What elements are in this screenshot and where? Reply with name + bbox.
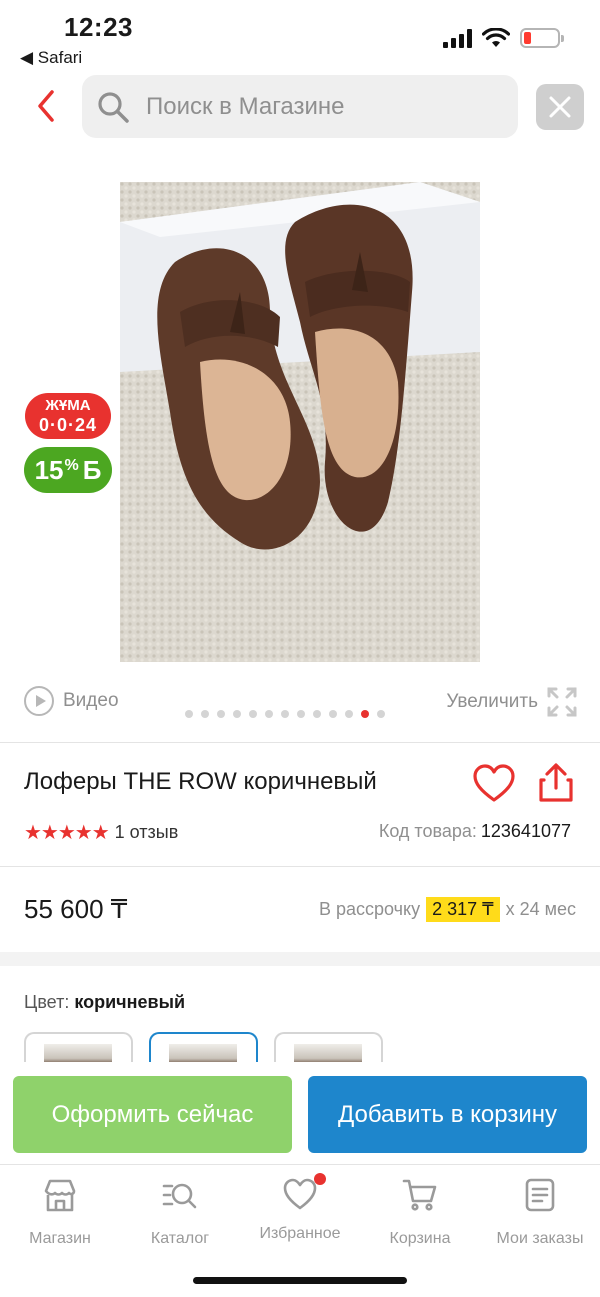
pagination-dot[interactable]: [217, 710, 225, 718]
search-icon: [98, 91, 129, 123]
favorite-heart-icon[interactable]: [472, 764, 516, 804]
video-button[interactable]: Видео: [24, 686, 119, 716]
product-title: Лоферы THE ROW коричневый: [24, 768, 377, 795]
pagination-dot[interactable]: [377, 710, 385, 718]
media-controls: Видео Увеличить: [0, 682, 600, 726]
shop-icon: [44, 1179, 76, 1212]
bonus-percent-sign: %: [64, 457, 79, 474]
close-icon: [549, 96, 571, 118]
status-icons: [443, 28, 564, 48]
pagination-dot[interactable]: [233, 710, 241, 718]
back-arrow-icon[interactable]: [28, 86, 64, 126]
product-code-label: Код товара:: [378, 821, 477, 841]
rating-stars-icon: ★★★★★: [24, 822, 110, 844]
search-header: [0, 74, 600, 140]
pagination-dot-active[interactable]: [361, 710, 369, 718]
heart-icon: [283, 1178, 317, 1210]
color-selector-label: Цвет: коричневый: [24, 992, 185, 1013]
share-icon[interactable]: [536, 762, 576, 804]
day-deal-badge: ЖҰМА 0·0·24: [25, 393, 111, 439]
battery-icon: [520, 28, 564, 48]
catalog-search-icon: [162, 1183, 197, 1209]
bonus-percent: 15: [34, 454, 64, 485]
pagination-dot[interactable]: [313, 710, 321, 718]
section-separator: [0, 952, 600, 966]
zoom-button[interactable]: Увеличить: [446, 686, 578, 718]
day-deal-label: ЖҰМА: [45, 397, 91, 414]
tab-orders[interactable]: Мои заказы: [480, 1177, 600, 1248]
pagination-dot[interactable]: [201, 710, 209, 718]
tab-cart[interactable]: Корзина: [360, 1177, 480, 1248]
orders-icon: [525, 1178, 555, 1212]
video-label: Видео: [63, 690, 119, 711]
divider: [0, 866, 600, 867]
day-deal-countdown: 0·0·24: [38, 415, 98, 435]
buy-now-button[interactable]: Оформить сейчас: [13, 1076, 292, 1153]
cellular-signal-icon: [443, 28, 472, 48]
tab-shop-label: Магазин: [29, 1230, 91, 1247]
pagination-dot[interactable]: [297, 710, 305, 718]
pagination-dot[interactable]: [265, 710, 273, 718]
favorites-notification-dot: [314, 1173, 326, 1185]
installment-prefix: В рассрочку: [318, 899, 421, 919]
zoom-label: Увеличить: [446, 691, 538, 712]
tab-favorites-label: Избранное: [259, 1225, 341, 1242]
play-icon: [24, 686, 54, 716]
installment-amount: 2 317 ₸: [426, 897, 500, 922]
product-image[interactable]: [120, 182, 480, 662]
tab-shop[interactable]: Магазин: [0, 1177, 120, 1248]
expand-icon: [547, 687, 577, 717]
pagination-dot[interactable]: [329, 710, 337, 718]
status-bar: 12:23 ◀ Safari: [0, 0, 600, 72]
reviews-link[interactable]: 1 отзыв: [115, 822, 179, 843]
product-code-value: 123641077: [480, 821, 571, 841]
pagination-dot[interactable]: [281, 710, 289, 718]
search-bar[interactable]: [82, 75, 518, 138]
wifi-icon: [482, 28, 510, 47]
tab-catalog-label: Каталог: [150, 1230, 210, 1247]
color-value: коричневый: [74, 992, 186, 1012]
product-photo-loafers: [120, 182, 480, 662]
color-label: Цвет:: [24, 992, 70, 1012]
tab-orders-label: Мои заказы: [496, 1230, 584, 1247]
product-price: 55 600 ₸: [24, 894, 128, 924]
add-to-cart-button[interactable]: Добавить в корзину: [308, 1076, 587, 1153]
heart-icon-wrap: [282, 1173, 326, 1213]
search-input[interactable]: [146, 92, 486, 121]
action-bar: Оформить сейчас Добавить в корзину: [0, 1062, 600, 1164]
pagination-dot[interactable]: [185, 710, 193, 718]
back-to-safari-link[interactable]: ◀ Safari: [20, 48, 82, 68]
status-time: 12:23: [64, 12, 133, 42]
product-rating[interactable]: ★★★★★ 1 отзыв: [24, 820, 178, 845]
close-button[interactable]: [536, 84, 584, 130]
home-indicator: [193, 1277, 407, 1284]
tab-catalog[interactable]: Каталог: [120, 1177, 240, 1248]
cart-icon: [402, 1179, 437, 1211]
divider: [0, 742, 600, 743]
tab-cart-label: Корзина: [389, 1230, 451, 1247]
installment-info[interactable]: В рассрочку 2 317 ₸ х 24 мес: [319, 897, 576, 922]
tab-favorites[interactable]: Избранное: [240, 1173, 360, 1243]
installment-term: х 24 мес: [505, 899, 576, 919]
pagination-dot[interactable]: [249, 710, 257, 718]
image-pagination[interactable]: [185, 710, 385, 718]
bonus-badge: 15% Б: [24, 447, 112, 493]
bonus-symbol: Б: [82, 454, 102, 485]
product-code: Код товара: 123641077: [379, 821, 571, 842]
pagination-dot[interactable]: [345, 710, 353, 718]
